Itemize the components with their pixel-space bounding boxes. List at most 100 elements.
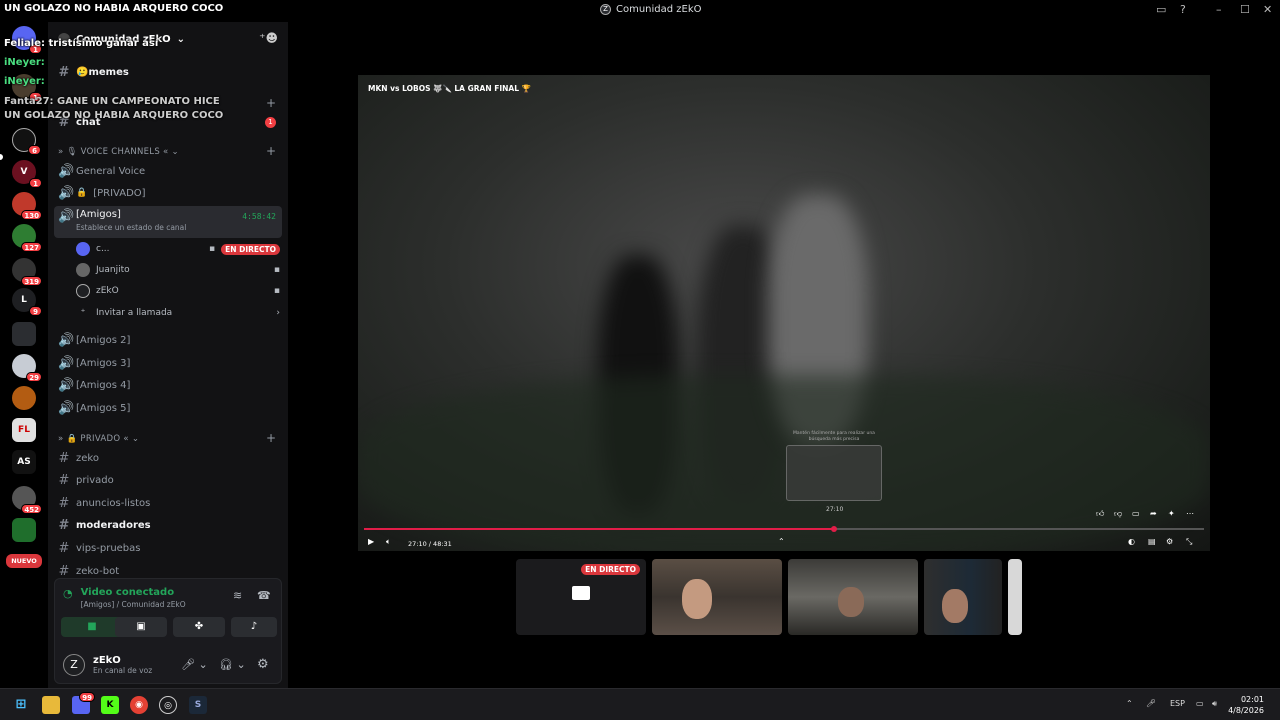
voice-channel-privado[interactable]: 🔊 🔒 [PRIVADO]: [54, 183, 282, 203]
voice-user[interactable]: c... ▪ EN DIRECTO: [76, 240, 280, 258]
more-icon[interactable]: ⋯: [1186, 509, 1194, 518]
camera-button[interactable]: ■: [61, 617, 123, 637]
volume-icon[interactable]: 🔊︎: [1212, 699, 1217, 709]
channel-vips-pruebas[interactable]: # vips-pruebas: [54, 538, 282, 558]
keyboard-language[interactable]: ESP: [1170, 699, 1185, 708]
server-folder-icon[interactable]: [12, 322, 36, 346]
channel-label: General Voice: [76, 165, 146, 177]
add-member-icon[interactable]: ⁺☻: [259, 31, 278, 45]
server-icon[interactable]: FL: [12, 418, 36, 442]
help-icon[interactable]: ?: [1180, 3, 1186, 16]
headphones-icon[interactable]: 🎧︎ ⌄: [219, 658, 246, 671]
activities-button[interactable]: ✤: [173, 617, 225, 637]
voice-channel-general[interactable]: 🔊 General Voice: [54, 161, 282, 181]
settings-icon[interactable]: ⚙: [1166, 537, 1173, 546]
server-icon[interactable]: 319: [12, 258, 42, 286]
close-button[interactable]: ✕: [1263, 3, 1272, 16]
hash-icon: #: [58, 450, 70, 466]
channel-moderadores[interactable]: # moderadores: [54, 515, 282, 535]
inbox-icon[interactable]: ▭: [1156, 3, 1166, 16]
camera-icon: ▪: [273, 265, 280, 275]
server-icon[interactable]: V1: [12, 160, 42, 188]
add-channel-icon[interactable]: +: [266, 144, 276, 158]
participant-tile-camera[interactable]: [788, 559, 918, 635]
add-channel-icon[interactable]: +: [266, 431, 276, 445]
exit-fullscreen-icon[interactable]: ⤡: [1186, 537, 1192, 547]
speaker-icon: 🔊: [58, 185, 75, 201]
kick-icon[interactable]: K: [101, 696, 119, 714]
webcam-person: [838, 587, 864, 617]
live-badge: EN DIRECTO: [581, 564, 640, 575]
server-icon[interactable]: AS: [12, 450, 36, 474]
progress-bar[interactable]: [364, 526, 1204, 532]
channel-anuncios-listos[interactable]: # anuncios-listos: [54, 493, 282, 513]
like-icon[interactable]: 👍︎: [1096, 509, 1104, 519]
steam-icon[interactable]: S: [189, 696, 207, 714]
voice-channel-amigos-4[interactable]: 🔊 [Amigos 4]: [54, 375, 282, 395]
chevron-up-icon[interactable]: ⌃: [778, 537, 785, 546]
live-badge: EN DIRECTO: [221, 243, 280, 255]
category-voice[interactable]: » 🎙 VOICE CHANNELS « ⌄: [58, 147, 179, 157]
server-icon[interactable]: 127: [12, 224, 42, 252]
gear-icon[interactable]: ⚙: [257, 657, 269, 672]
server-icon[interactable]: 6: [12, 128, 41, 155]
discord-icon[interactable]: 99: [72, 692, 95, 714]
volume-icon[interactable]: 🔈︎: [386, 537, 391, 547]
soundboard-button[interactable]: ♪: [231, 617, 277, 637]
windows-start-icon[interactable]: ⊞: [12, 696, 30, 714]
comment-icon[interactable]: ▭: [1132, 509, 1140, 518]
channel-privado[interactable]: # privado: [54, 470, 282, 490]
share-icon[interactable]: ➦: [1150, 509, 1157, 518]
add-person-icon: ⁺: [80, 308, 86, 318]
speaker-icon: 🔊: [58, 332, 75, 348]
participant-tile-stream[interactable]: EN DIRECTO: [516, 559, 646, 635]
server-icon[interactable]: 29: [12, 354, 42, 382]
overlay-chat-line: iNeyer:: [4, 76, 45, 87]
add-channel-icon[interactable]: +: [266, 96, 276, 110]
sparkle-icon[interactable]: ✦: [1168, 509, 1175, 518]
subtitles-icon[interactable]: ▤: [1148, 537, 1156, 546]
network-icon[interactable]: ▭: [1196, 699, 1204, 708]
minimize-button[interactable]: –: [1216, 3, 1222, 16]
channel-status-prompt[interactable]: Establece un estado de canal: [76, 223, 186, 232]
voice-channel-amigos[interactable]: 🔊 [Amigos] Establece un estado de canal: [54, 206, 282, 238]
category-privado[interactable]: » 🔒 PRIVADO « ⌄: [58, 434, 139, 444]
github-icon[interactable]: ◎: [159, 696, 177, 714]
avatar: [76, 263, 90, 277]
play-icon[interactable]: ▶: [368, 537, 374, 546]
channel-memes[interactable]: # 🥲memes: [54, 62, 282, 82]
taskbar-clock[interactable]: 02:01 4/8/2026: [1228, 694, 1264, 716]
maximize-button[interactable]: ☐: [1240, 3, 1250, 16]
server-icon[interactable]: [12, 386, 36, 410]
screen-share-button[interactable]: ▣: [115, 617, 167, 637]
voice-status[interactable]: ◔ Video conectado [Amigos] / Comunidad z…: [63, 587, 186, 609]
voice-user[interactable]: zEkO ▪: [76, 282, 280, 300]
chrome-icon[interactable]: ◉: [130, 696, 148, 714]
invite-to-call[interactable]: ⁺ Invitar a llamada ›: [76, 304, 280, 322]
microphone-icon[interactable]: 🎤︎: [1146, 699, 1156, 708]
voice-channel-amigos-3[interactable]: 🔊 [Amigos 3]: [54, 353, 282, 373]
participant-tile-camera[interactable]: [652, 559, 782, 635]
chevron-up-icon[interactable]: ⌃: [1126, 699, 1133, 708]
voice-channel-amigos-5[interactable]: 🔊 [Amigos 5]: [54, 398, 282, 418]
dislike-icon[interactable]: 👎︎: [1114, 509, 1122, 519]
microphone-icon[interactable]: 🎤︎ ⌄: [181, 658, 208, 671]
voice-user[interactable]: Juanjito ▪: [76, 261, 280, 279]
server-icon[interactable]: 130: [12, 192, 42, 220]
autoplay-toggle-icon[interactable]: ◐: [1128, 537, 1135, 546]
disconnect-icon[interactable]: ☎: [257, 589, 271, 602]
server-icon[interactable]: L9: [12, 288, 42, 316]
overlay-chat-line: Fanta27: GANE UN CAMPEONATO HICE: [4, 96, 220, 107]
stream-video[interactable]: MKN vs LOBOS 🐺🔪 LA GRAN FINAL 🏆 Mantén f…: [358, 75, 1210, 551]
participant-tile-camera[interactable]: [924, 559, 1002, 635]
server-icon[interactable]: 452: [12, 486, 42, 514]
server-icon[interactable]: [12, 518, 36, 542]
voice-channel-amigos-2[interactable]: 🔊 [Amigos 2]: [54, 330, 282, 350]
participant-tile-camera[interactable]: [1008, 559, 1022, 635]
channel-zeko[interactable]: # zeko: [54, 448, 282, 468]
video-time: 27:10 / 48:31: [408, 540, 452, 548]
noise-suppression-icon[interactable]: ≋: [233, 589, 242, 602]
server-rail: 1 1 6 V1 130 127 319 L9 29 FL AS 452 NUE…: [0, 22, 48, 688]
new-badge[interactable]: NUEVO: [6, 554, 42, 568]
file-explorer-icon[interactable]: [42, 696, 60, 714]
